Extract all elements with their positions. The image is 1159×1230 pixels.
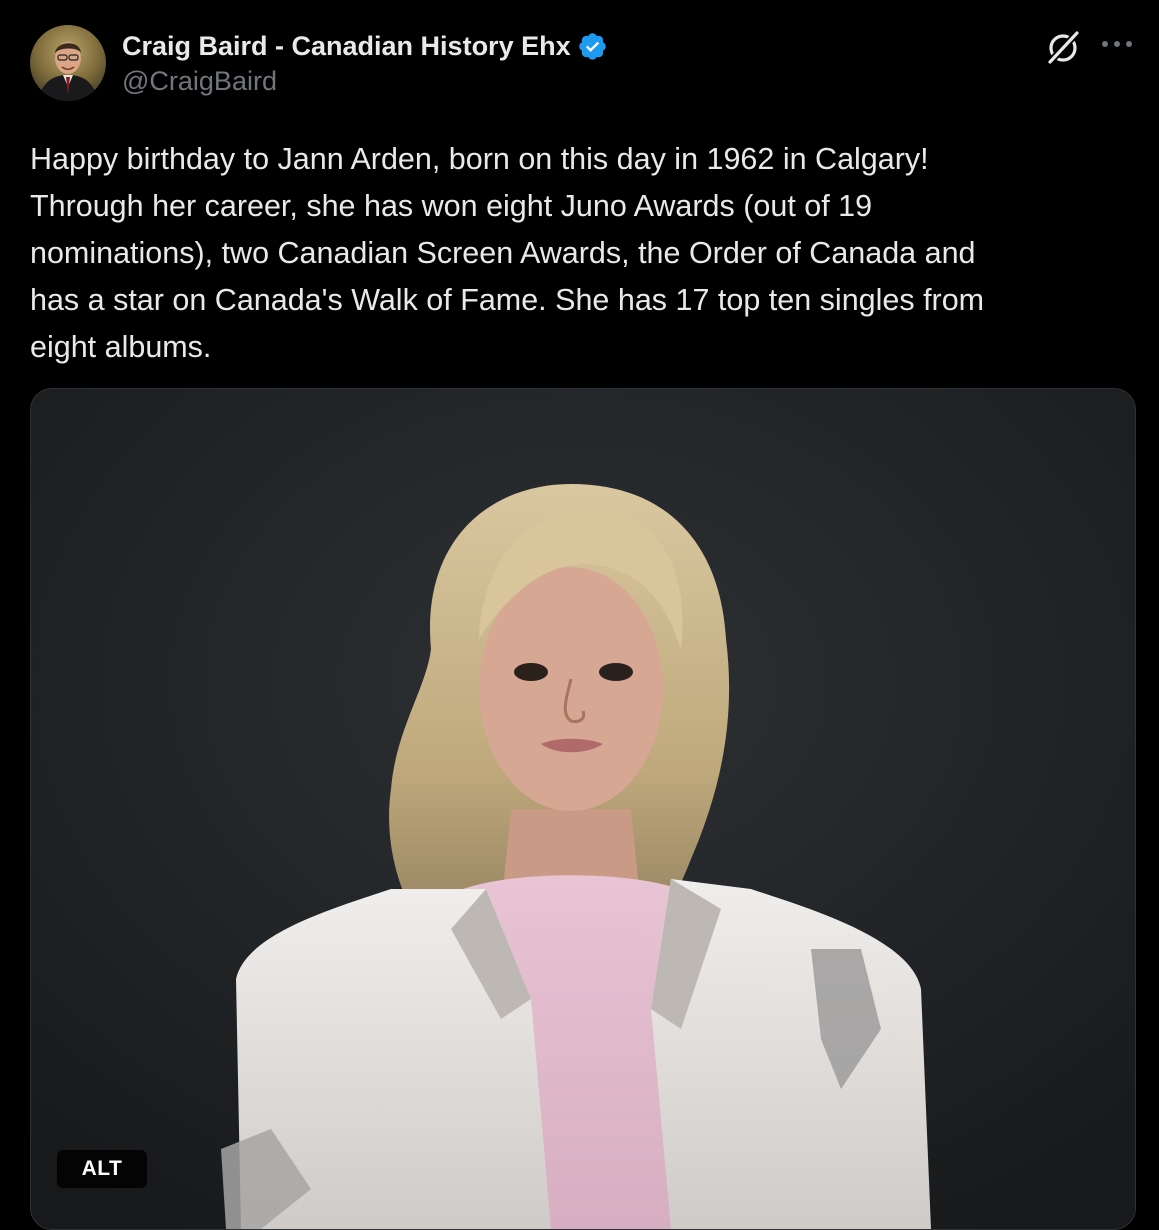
post-text: Happy birthday to Jann Arden, born on th…	[30, 142, 985, 364]
media-photo[interactable]: ALT	[30, 388, 1136, 1230]
avatar-image	[30, 25, 106, 101]
author-name-row: Craig Baird - Canadian History Ehx	[122, 28, 608, 64]
grok-icon[interactable]	[1044, 28, 1082, 66]
verified-badge-icon[interactable]	[577, 31, 608, 62]
author-name[interactable]: Craig Baird - Canadian History Ehx	[122, 31, 571, 62]
alt-text-badge[interactable]: ALT	[57, 1150, 147, 1188]
more-options-icon[interactable]	[1100, 37, 1134, 51]
photo-image	[31, 389, 1135, 1229]
post: Craig Baird - Canadian History Ehx @Crai…	[0, 0, 1159, 1230]
avatar[interactable]	[30, 25, 106, 101]
author-handle[interactable]: @CraigBaird	[122, 66, 277, 97]
